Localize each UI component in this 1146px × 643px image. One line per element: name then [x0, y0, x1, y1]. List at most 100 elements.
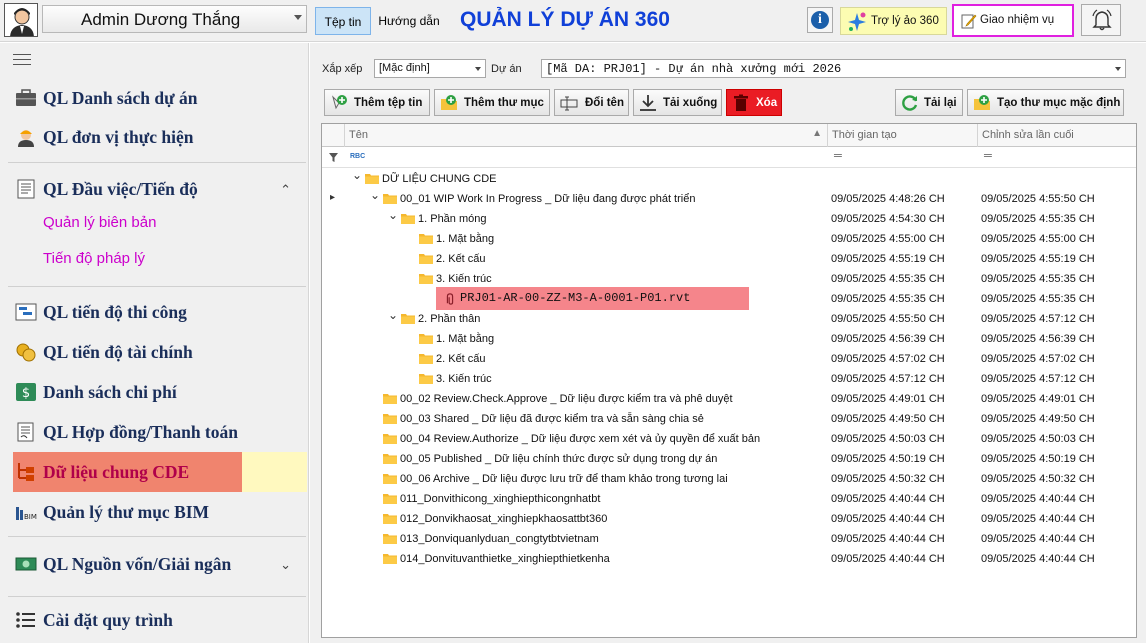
edited-time: 09/05/2025 4:55:19 CH	[981, 253, 1095, 265]
reload-button[interactable]: Tải lại	[895, 89, 963, 116]
sidebar-item-contractors[interactable]: QL đơn vị thực hiện	[13, 119, 307, 155]
folder-row[interactable]: 2. Kết cấu 09/05/2025 4:57:02 CH 09/05/202…	[322, 349, 1136, 369]
sidebar-item-cde[interactable]: Dữ liệu chung CDE	[13, 452, 242, 492]
folder-row[interactable]: ⌄ 2. Phần thân 09/05/2025 4:55:50 CH 09/05/…	[322, 308, 1136, 329]
edited-time: 09/05/2025 4:40:44 CH	[981, 513, 1095, 525]
folder-icon	[383, 474, 397, 484]
app-title: QUẢN LÝ DỰ ÁN 360	[460, 8, 670, 31]
folder-row[interactable]: 014_Donvituvanthietke_xinghiepthietkenha…	[322, 549, 1136, 569]
add-file-button[interactable]: Thêm tệp tin	[324, 89, 430, 116]
folder-row[interactable]: 00_03 Shared _ Dữ liệu đã được kiểm tra …	[322, 409, 1136, 429]
sidebar-item-bim[interactable]: BIM Quản lý thư mục BIM	[13, 494, 307, 530]
column-header-created[interactable]: Thời gian tạo	[827, 124, 977, 147]
folder-name: DỮ LIỆU CHUNG CDE	[382, 173, 497, 185]
avatar[interactable]	[4, 3, 38, 37]
sidebar-item-construction-progress[interactable]: QL tiến độ thi công	[13, 294, 307, 330]
sidebar: QL Danh sách dự án QL đơn vị thực hiện Q…	[0, 43, 309, 643]
delete-button[interactable]: Xóa	[726, 89, 782, 116]
created-time: 09/05/2025 4:49:01 CH	[831, 393, 945, 405]
sidebar-item-workflow-settings[interactable]: Cài đặt quy trình	[13, 602, 307, 638]
folder-name: 2. Phần thân	[418, 313, 481, 325]
assistant-label: Trợ lý ảo 360	[871, 15, 939, 27]
task-label: Giao nhiệm vụ	[980, 14, 1055, 26]
chevron-down-icon	[475, 67, 481, 71]
expand-chevron-icon[interactable]: ⌄	[370, 188, 380, 202]
folder-icon	[419, 234, 433, 244]
sort-select[interactable]: [Mặc định]	[374, 59, 486, 78]
create-default-folders-button[interactable]: Tạo thư mục mặc định	[967, 89, 1124, 116]
bim-icon: BIM	[16, 507, 37, 521]
folder-row[interactable]: ⌄ DỮ LIỆU CHUNG CDE	[322, 168, 1136, 189]
add-folder-button[interactable]: Thêm thư mục	[434, 89, 550, 116]
assign-task-button[interactable]: Giao nhiệm vụ	[952, 4, 1074, 37]
folder-row[interactable]: 1. Mặt bằng 09/05/2025 4:55:00 CH 09/05/20…	[322, 229, 1136, 249]
chevron-up-icon[interactable]: ⌃	[280, 182, 291, 198]
info-button[interactable]: i	[807, 7, 833, 33]
sidebar-item-finance-progress[interactable]: QL tiến độ tài chính	[13, 334, 307, 370]
created-time: 09/05/2025 4:49:50 CH	[831, 413, 945, 425]
folder-row[interactable]: 00_06 Archive _ Dữ liệu được lưu trữ để …	[322, 469, 1136, 489]
folder-icon	[419, 254, 433, 264]
folder-row[interactable]: 1. Mặt bằng 09/05/2025 4:56:39 CH 09/05/20…	[322, 329, 1136, 349]
info-icon: i	[811, 11, 829, 29]
folder-row[interactable]: 3. Kiến trúc 09/05/2025 4:57:12 CH 09/05/2…	[322, 369, 1136, 389]
project-select[interactable]: [Mã DA: PRJ01] - Dự án nhà xưởng mới 202…	[541, 59, 1126, 78]
created-time: 09/05/2025 4:40:44 CH	[831, 493, 945, 505]
folder-icon	[419, 374, 433, 384]
sidebar-item-label: QL tiến độ tài chính	[43, 342, 193, 362]
folder-row[interactable]: 2. Kết cấu 09/05/2025 4:55:19 CH 09/05/202…	[322, 249, 1136, 269]
add-folder-label: Thêm thư mục	[464, 97, 544, 109]
file-name: PRJ01-AR-00-ZZ-M3-A-0001-P01.rvt	[460, 291, 691, 305]
edited-time: 09/05/2025 4:49:01 CH	[981, 393, 1095, 405]
folder-icon	[419, 354, 433, 364]
file-row[interactable]: PRJ01-AR-00-ZZ-M3-A-0001-P01.rvt 09/05/20…	[322, 289, 1136, 309]
filter-row[interactable]: RBC ═ ═	[322, 147, 1136, 168]
folder-row[interactable]: 012_Donvikhaosat_xinghiepkhaosattbt360 09…	[322, 509, 1136, 529]
folder-icon	[401, 214, 415, 224]
created-time: 09/05/2025 4:55:35 CH	[831, 293, 945, 305]
notification-button[interactable]	[1081, 4, 1121, 36]
sidebar-subitem-minutes[interactable]: Quản lý biên bản	[43, 214, 156, 231]
expand-chevron-icon[interactable]: ⌄	[352, 168, 362, 182]
folder-row[interactable]: 3. Kiến trúc 09/05/2025 4:55:35 CH 09/05/2…	[322, 269, 1136, 289]
project-value: [Mã DA: PRJ01] - Dự án nhà xưởng mới 202…	[546, 62, 842, 76]
sparkle-icon	[848, 12, 866, 31]
rename-button[interactable]: Đổi tên	[554, 89, 629, 116]
folder-row[interactable]: 00_04 Review.Authorize _ Dữ liệu được xe…	[322, 429, 1136, 449]
column-header-name[interactable]: Tên ▲	[344, 124, 828, 147]
sidebar-item-tasks[interactable]: QL Đầu việc/Tiến độ ⌃	[13, 171, 307, 207]
rename-icon	[560, 96, 578, 111]
created-time: 09/05/2025 4:50:03 CH	[831, 433, 945, 445]
download-button[interactable]: Tải xuống	[633, 89, 722, 116]
menu-file[interactable]: Tệp tin	[315, 7, 371, 35]
divider	[8, 286, 306, 287]
sidebar-item-projects[interactable]: QL Danh sách dự án	[13, 80, 307, 116]
expand-chevron-icon[interactable]: ⌄	[388, 308, 398, 322]
sidebar-item-funding[interactable]: QL Nguồn vốn/Giải ngân ⌄	[13, 546, 307, 582]
folder-row[interactable]: ▸ ⌄ 00_01 WIP Work In Progress _ Dữ liệu đ…	[322, 188, 1136, 209]
filter-icon	[329, 153, 338, 162]
user-select[interactable]: Admin Dương Thắng	[42, 5, 307, 33]
chevron-down-icon[interactable]: ⌄	[280, 557, 291, 573]
virtual-assistant-button[interactable]: Trợ lý ảo 360	[840, 7, 947, 35]
folder-row[interactable]: 011_Donvithicong_xinghiepthicongnhatbt 09…	[322, 489, 1136, 509]
edited-time: 09/05/2025 4:50:19 CH	[981, 453, 1095, 465]
sidebar-subitem-legal-progress[interactable]: Tiến độ pháp lý	[43, 250, 145, 267]
sort-label: Xắp xếp	[322, 63, 363, 75]
row-indicator-icon: ▸	[330, 192, 336, 203]
grid-header: Tên ▲ Thời gian tạo Chỉnh sửa lần cuối	[322, 124, 1136, 147]
column-header-edited[interactable]: Chỉnh sửa lần cuối	[977, 124, 1136, 147]
menu-icon[interactable]	[13, 54, 31, 66]
sidebar-item-contracts[interactable]: QL Hợp đồng/Thanh toán	[13, 414, 307, 450]
sidebar-item-costs[interactable]: $ Danh sách chi phí	[13, 374, 307, 410]
edited-time: 09/05/2025 4:55:50 CH	[981, 193, 1095, 205]
folder-row[interactable]: ⌄ 1. Phần móng 09/05/2025 4:54:30 CH 09/05/…	[322, 208, 1136, 229]
folder-row[interactable]: 00_05 Published _ Dữ liệu chính thức đượ…	[322, 449, 1136, 469]
folder-name: 012_Donvikhaosat_xinghiepkhaosattbt360	[400, 513, 608, 525]
folder-row[interactable]: 013_Donviquanlyduan_congtytbtvietnam 09/0…	[322, 529, 1136, 549]
menu-help[interactable]: Hướng dẫn	[376, 7, 442, 35]
expand-chevron-icon[interactable]: ⌄	[388, 208, 398, 222]
sidebar-item-label: QL Đầu việc/Tiến độ	[43, 179, 198, 199]
created-time: 09/05/2025 4:50:19 CH	[831, 453, 945, 465]
folder-row[interactable]: 00_02 Review.Check.Approve _ Dữ liệu đượ…	[322, 389, 1136, 409]
